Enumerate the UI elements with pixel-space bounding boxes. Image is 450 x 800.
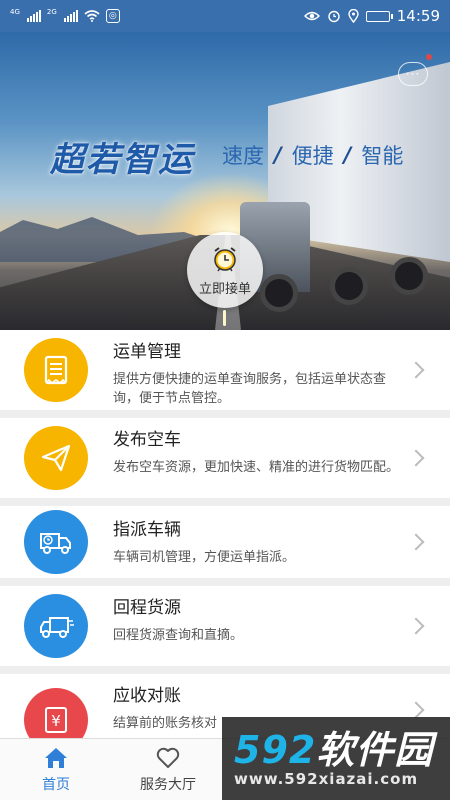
watermark-number: 592 [234,727,317,772]
home-icon [45,747,67,768]
return-truck-icon [24,594,88,658]
chevron-right-icon [407,617,425,635]
menu-title: 应收对账 [113,686,181,706]
slogan-separator: / [343,143,352,167]
battery-icon [365,10,393,22]
status-bar: 4G 2G ◎ 14:59 [0,0,450,32]
menu-title: 运单管理 [113,342,181,362]
slogan-word: 智能 [361,144,404,168]
tab-label: 服务大厅 [140,776,196,793]
slogan-separator: / [274,143,282,167]
watermark-logo: 592软件园 [234,730,450,770]
signal-icon [63,10,78,22]
tab-home[interactable]: 首页 [0,739,112,800]
menu-title: 指派车辆 [113,520,181,540]
signal-2-tag: 2G [46,8,57,16]
slogan-word: 速度 [222,144,264,168]
chevron-right-icon [407,701,425,719]
alarm-icon [328,10,340,23]
menu-item-waybill[interactable]: 运单管理 提供方便快捷的运单查询服务，包括运单状态查询，便于节点管控。 [0,330,450,410]
svg-text:¥: ¥ [51,712,61,730]
grab-order-button[interactable]: 立即接单 [187,232,263,326]
status-time: 14:59 [396,7,440,25]
menu-item-return-cargo[interactable]: 回程货源 回程货源查询和直摘。 [0,586,450,666]
brand-title: 超若智运 [50,140,194,180]
app-notify-icon: ◎ [105,9,120,23]
signal-icon [26,10,41,22]
truck-clock-icon [24,510,88,574]
chat-unread-dot [426,54,432,60]
truck-wheel [330,267,368,305]
signal-1-tag: 4G [10,8,20,16]
watermark-url: www.592xiazai.com [234,769,419,788]
wifi-icon [84,10,100,22]
menu-title: 回程货源 [113,598,181,618]
menu-desc: 发布空车资源，更加快速、精准的进行货物匹配。 [113,460,400,475]
menu-desc: 车辆司机管理，方便运单指派。 [113,550,296,565]
paper-plane-icon [24,426,88,490]
menu-desc: 回程货源查询和直摘。 [113,628,244,643]
location-icon [348,9,359,23]
truck-wheel [260,274,298,312]
hero-banner: ··· 超若智运 速度 / 便捷 / 智能 立即接单 [0,32,450,330]
slogan: 速度 / 便捷 / 智能 [222,140,403,170]
chevron-right-icon [407,361,425,379]
tab-label: 首页 [42,776,70,793]
menu-title: 发布空车 [113,430,181,450]
waybill-icon [24,338,88,402]
alarm-clock-icon [214,246,236,271]
chevron-right-icon [407,533,425,551]
grab-order-label: 立即接单 [198,281,251,297]
slogan-word: 便捷 [291,144,334,168]
heart-icon [156,747,180,768]
menu-desc: 提供方便快捷的运单查询服务，包括运单状态查询，便于节点管控。 [113,372,387,406]
eye-icon [303,11,320,21]
menu-item-publish-empty-truck[interactable]: 发布空车 发布空车资源，更加快速、精准的进行货物匹配。 [0,418,450,498]
truck-image [240,62,450,322]
truck-wheel [390,257,428,295]
menu-item-assign-vehicle[interactable]: 指派车辆 车辆司机管理，方便运单指派。 [0,506,450,578]
watermark-overlay: 592软件园 www.592xiazai.com [222,717,450,800]
tab-service-hall[interactable]: 服务大厅 [112,739,224,800]
chat-icon[interactable]: ··· [398,62,428,86]
chevron-right-icon [407,449,425,467]
watermark-text: 软件园 [316,727,434,772]
